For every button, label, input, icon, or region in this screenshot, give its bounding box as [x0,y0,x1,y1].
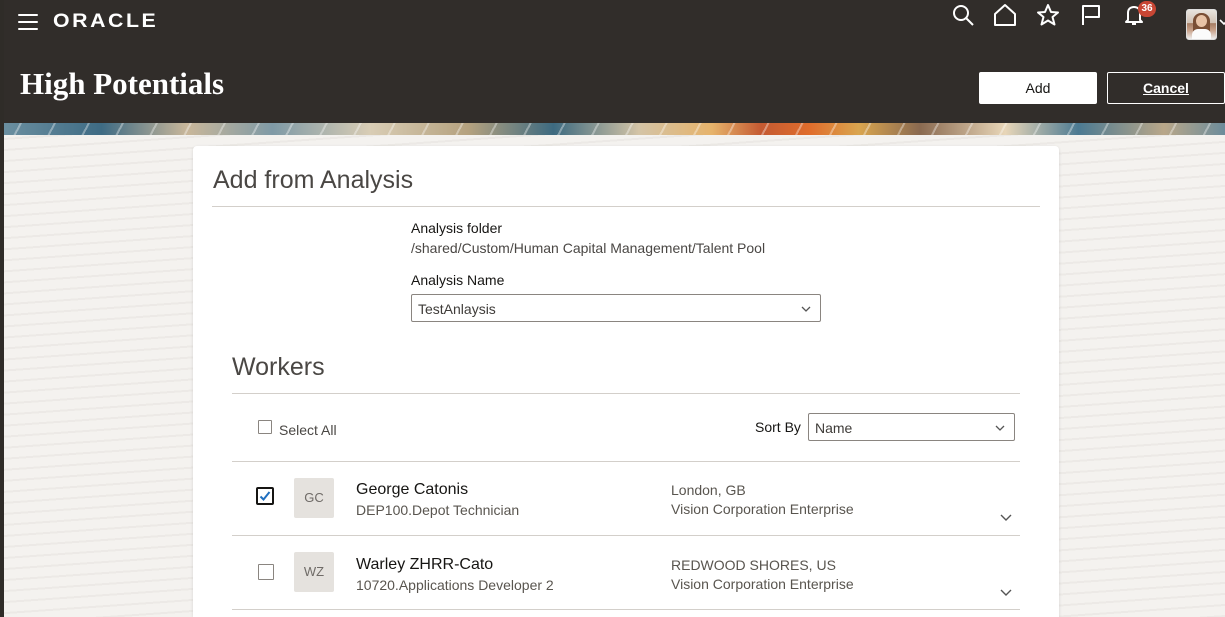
worker-enterprise: Vision Corporation Enterprise [671,501,854,517]
card-title: Add from Analysis [213,166,414,194]
chevron-down-icon[interactable] [1218,16,1225,28]
user-avatar[interactable] [1186,9,1217,40]
chevron-down-icon[interactable] [999,585,1013,599]
analysis-name-label: Analysis Name [411,272,505,288]
worker-job: 10720.Applications Developer 2 [356,577,554,593]
divider [232,609,1020,610]
checkmark-icon [259,491,271,501]
window-edge [0,0,4,617]
sort-by-label: Sort By [755,419,801,435]
cancel-button[interactable]: Cancel [1107,72,1225,104]
analysis-folder-label: Analysis folder [411,220,503,236]
menu-icon[interactable] [18,14,38,32]
divider [212,206,1040,207]
worker-location: REDWOOD SHORES, US [671,557,836,573]
worker-name[interactable]: Warley ZHRR-Cato [356,556,493,574]
decorative-banner [4,123,1225,135]
worker-job: DEP100.Depot Technician [356,502,520,518]
chevron-down-icon [995,425,1005,431]
add-button[interactable]: Add [979,72,1097,104]
sort-by-value: Name [815,420,853,436]
add-from-analysis-card: Add from Analysis Analysis folder /share… [193,146,1059,617]
row-checkbox[interactable] [256,487,274,505]
worker-enterprise: Vision Corporation Enterprise [671,576,854,592]
analysis-name-value: TestAnlaysis [418,301,496,317]
chevron-down-icon[interactable] [999,510,1013,524]
analysis-folder-value: /shared/Custom/Human Capital Management/… [411,240,766,256]
top-header: ORACLE 36 High Potentials Add Cancel [4,0,1225,123]
notification-badge: 36 [1138,1,1156,17]
divider [232,461,1020,462]
search-icon[interactable] [948,0,978,30]
page-title: High Potentials [20,66,225,101]
row-checkbox[interactable] [258,564,274,580]
select-all-label[interactable]: Select All [279,422,337,438]
avatar: WZ [294,552,334,592]
sort-by-select[interactable]: Name [808,413,1015,441]
flag-icon[interactable] [1076,0,1106,30]
oracle-logo[interactable]: ORACLE [53,11,158,33]
analysis-name-select[interactable]: TestAnlaysis [411,294,821,322]
chevron-down-icon [801,306,811,312]
divider [232,535,1020,536]
workers-heading: Workers [232,353,325,381]
home-icon[interactable] [990,0,1020,30]
star-icon[interactable] [1033,0,1063,30]
worker-name[interactable]: George Catonis [356,481,468,499]
divider [232,393,1020,394]
avatar: GC [294,478,334,518]
worker-location: London, GB [671,482,746,498]
select-all-checkbox[interactable] [258,420,272,434]
